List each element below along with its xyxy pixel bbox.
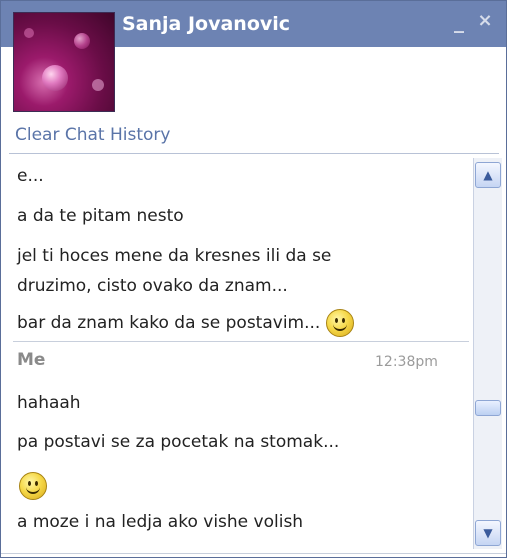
minimize-button[interactable]: _: [450, 10, 468, 32]
divider: [1, 553, 506, 554]
smiley-icon: [19, 472, 47, 500]
chat-message-text: bar da znam kako da se postavim...: [17, 313, 321, 333]
sender-name: Me: [17, 350, 46, 370]
chat-message: a da te pitam nesto: [17, 206, 184, 226]
message-timestamp: 12:38pm: [375, 354, 438, 370]
clear-chat-history-link[interactable]: Clear Chat History: [15, 125, 170, 145]
smiley-message: [19, 472, 47, 500]
chat-message: e...: [17, 166, 44, 186]
chat-scrollbar[interactable]: ▲ ▼: [473, 158, 502, 549]
smiley-icon: [325, 309, 354, 337]
close-button[interactable]: ×: [476, 10, 494, 32]
message-group-divider: [13, 341, 469, 342]
chat-message: jel ti hoces mene da kresnes ili da se: [17, 246, 332, 266]
scroll-thumb[interactable]: [475, 400, 501, 416]
chat-message: bar da znam kako da se postavim...: [17, 309, 354, 337]
chevron-up-icon[interactable]: ▲: [475, 162, 501, 188]
contact-name[interactable]: Sanja Jovanovic: [122, 13, 290, 35]
chat-window: Sanja Jovanovic _ × Clear Chat History e…: [0, 0, 507, 558]
chat-message: pa postavi se za pocetak na stomak...: [17, 432, 340, 452]
chat-message: hahaah: [17, 393, 81, 413]
chat-header: Sanja Jovanovic _ ×: [1, 1, 506, 118]
chat-message: druzimo, cisto ovako da znam...: [17, 276, 288, 296]
avatar[interactable]: [13, 12, 115, 112]
chat-message: a moze i na ledja ako vishe volish: [17, 512, 304, 532]
chat-log: e... a da te pitam nesto jel ti hoces me…: [9, 154, 471, 552]
chevron-down-icon[interactable]: ▼: [475, 520, 501, 546]
